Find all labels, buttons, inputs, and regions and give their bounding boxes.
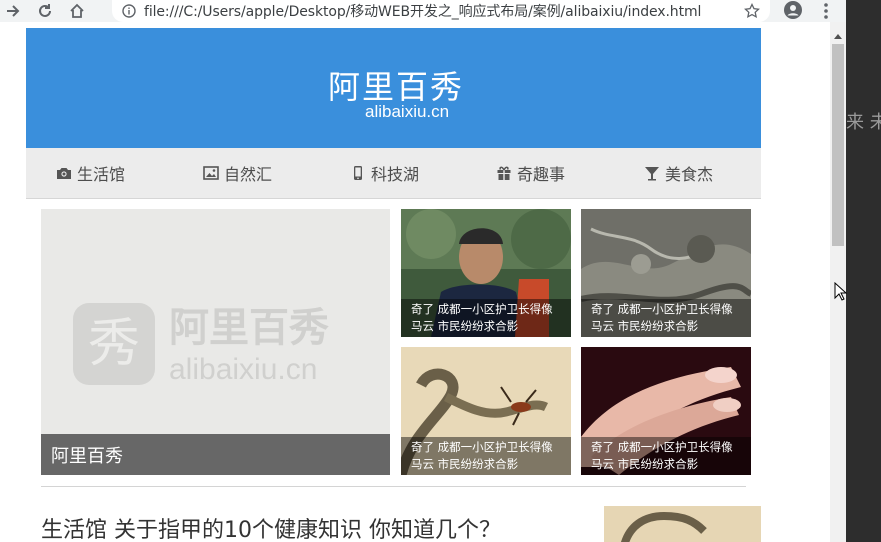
tile-caption-line1: 奇了 成都一小区护卫长得像 <box>591 440 733 454</box>
home-button[interactable] <box>64 0 90 22</box>
address-bar[interactable]: file:///C:/Users/apple/Desktop/移动WEB开发之_… <box>112 0 770 22</box>
snake-thumb-photo <box>604 506 761 542</box>
scrollbar-thumb[interactable] <box>832 44 844 246</box>
tile-caption: 奇了 成都一小区护卫长得像 马云 市民纷纷求合影 <box>581 437 751 475</box>
nav-item-fun[interactable]: 奇趣事 <box>496 148 565 198</box>
watermark-glyph: 秀 <box>88 314 140 374</box>
reload-button[interactable] <box>32 0 58 22</box>
reload-icon <box>39 4 51 17</box>
nav-item-food[interactable]: 美食杰 <box>644 148 713 198</box>
nav-item-label: 美食杰 <box>665 165 714 184</box>
tile-caption: 奇了 成都一小区护卫长得像 马云 市民纷纷求合影 <box>581 299 751 337</box>
tile-caption-line2: 马云 市民纷纷求合影 <box>411 319 519 333</box>
home-icon <box>70 3 84 18</box>
news-tile[interactable]: 奇了 成都一小区护卫长得像 马云 市民纷纷求合影 <box>401 209 571 337</box>
mouse-cursor-icon <box>834 282 848 301</box>
news-tile[interactable]: 奇了 成都一小区护卫长得像 马云 市民纷纷求合影 <box>401 347 571 475</box>
page-container: 阿里百秀 alibaixiu.cn 生活馆 自然汇 科技湖 奇趣事 美食杰 秀 … <box>26 22 761 542</box>
featured-card[interactable]: 秀 阿里百秀 alibaixiu.cn 阿里百秀 <box>41 209 390 475</box>
picture-icon <box>203 166 219 180</box>
tile-caption-line1: 奇了 成都一小区护卫长得像 <box>591 302 733 316</box>
featured-grid: 秀 阿里百秀 alibaixiu.cn 阿里百秀 奇了 成都一小区护卫长得像 马… <box>41 209 751 509</box>
site-header: 阿里百秀 alibaixiu.cn <box>26 28 761 148</box>
news-tile[interactable]: 奇了 成都一小区护卫长得像 马云 市民纷纷求合影 <box>581 347 751 475</box>
side-dark-panel: 来 未 <box>846 0 881 542</box>
section-divider <box>41 486 746 487</box>
tile-caption-line2: 马云 市民纷纷求合影 <box>591 457 699 471</box>
info-icon[interactable] <box>122 4 136 18</box>
scroll-up-arrow-icon[interactable] <box>834 34 842 39</box>
nav-item-label: 生活馆 <box>77 165 126 184</box>
nav-item-tech[interactable]: 科技湖 <box>350 148 419 198</box>
tile-caption: 奇了 成都一小区护卫长得像 马云 市民纷纷求合影 <box>401 437 571 475</box>
tile-caption-line2: 马云 市民纷纷求合影 <box>591 319 699 333</box>
camera-icon <box>57 168 71 179</box>
watermark-subtitle: alibaixiu.cn <box>169 353 317 386</box>
alibaixiu-logo-watermark: 秀 阿里百秀 alibaixiu.cn <box>73 303 329 386</box>
news-tile[interactable]: 奇了 成都一小区护卫长得像 马云 市民纷纷求合影 <box>581 209 751 337</box>
nav-item-nature[interactable]: 自然汇 <box>203 148 272 198</box>
nav-item-life[interactable]: 生活馆 <box>56 148 125 198</box>
site-logo-subtitle: alibaixiu.cn <box>365 102 450 121</box>
tile-caption-line2: 马云 市民纷纷求合影 <box>411 457 519 471</box>
watermark-title: 阿里百秀 <box>169 305 329 351</box>
phone-icon <box>354 166 362 180</box>
url-text[interactable]: file:///C:/Users/apple/Desktop/移动WEB开发之_… <box>144 1 701 21</box>
gift-icon <box>497 166 511 180</box>
tile-caption: 奇了 成都一小区护卫长得像 马云 市民纷纷求合影 <box>401 299 571 337</box>
side-panel-text: 来 未 <box>846 112 881 133</box>
cocktail-icon <box>645 167 659 181</box>
profile-icon[interactable] <box>783 0 803 20</box>
article-title[interactable]: 生活馆 关于指甲的10个健康知识 你知道几个？ <box>41 512 501 542</box>
nav-item-label: 自然汇 <box>224 165 273 184</box>
kebab-menu-icon[interactable] <box>816 1 836 21</box>
arrow-right-icon <box>7 5 20 17</box>
tile-caption-line1: 奇了 成都一小区护卫长得像 <box>411 302 553 316</box>
nav-item-label: 科技湖 <box>371 165 420 184</box>
category-nav: 生活馆 自然汇 科技湖 奇趣事 美食杰 <box>26 148 761 199</box>
featured-caption: 阿里百秀 <box>41 434 390 475</box>
nav-item-label: 奇趣事 <box>517 165 566 184</box>
browser-toolbar: file:///C:/Users/apple/Desktop/移动WEB开发之_… <box>0 0 846 22</box>
page-viewport: 阿里百秀 alibaixiu.cn 生活馆 自然汇 科技湖 奇趣事 美食杰 秀 … <box>0 22 830 542</box>
forward-button[interactable] <box>0 0 26 22</box>
tile-caption-line1: 奇了 成都一小区护卫长得像 <box>411 440 553 454</box>
article-thumbnail[interactable] <box>604 506 761 542</box>
bookmark-star-icon[interactable] <box>744 3 760 19</box>
